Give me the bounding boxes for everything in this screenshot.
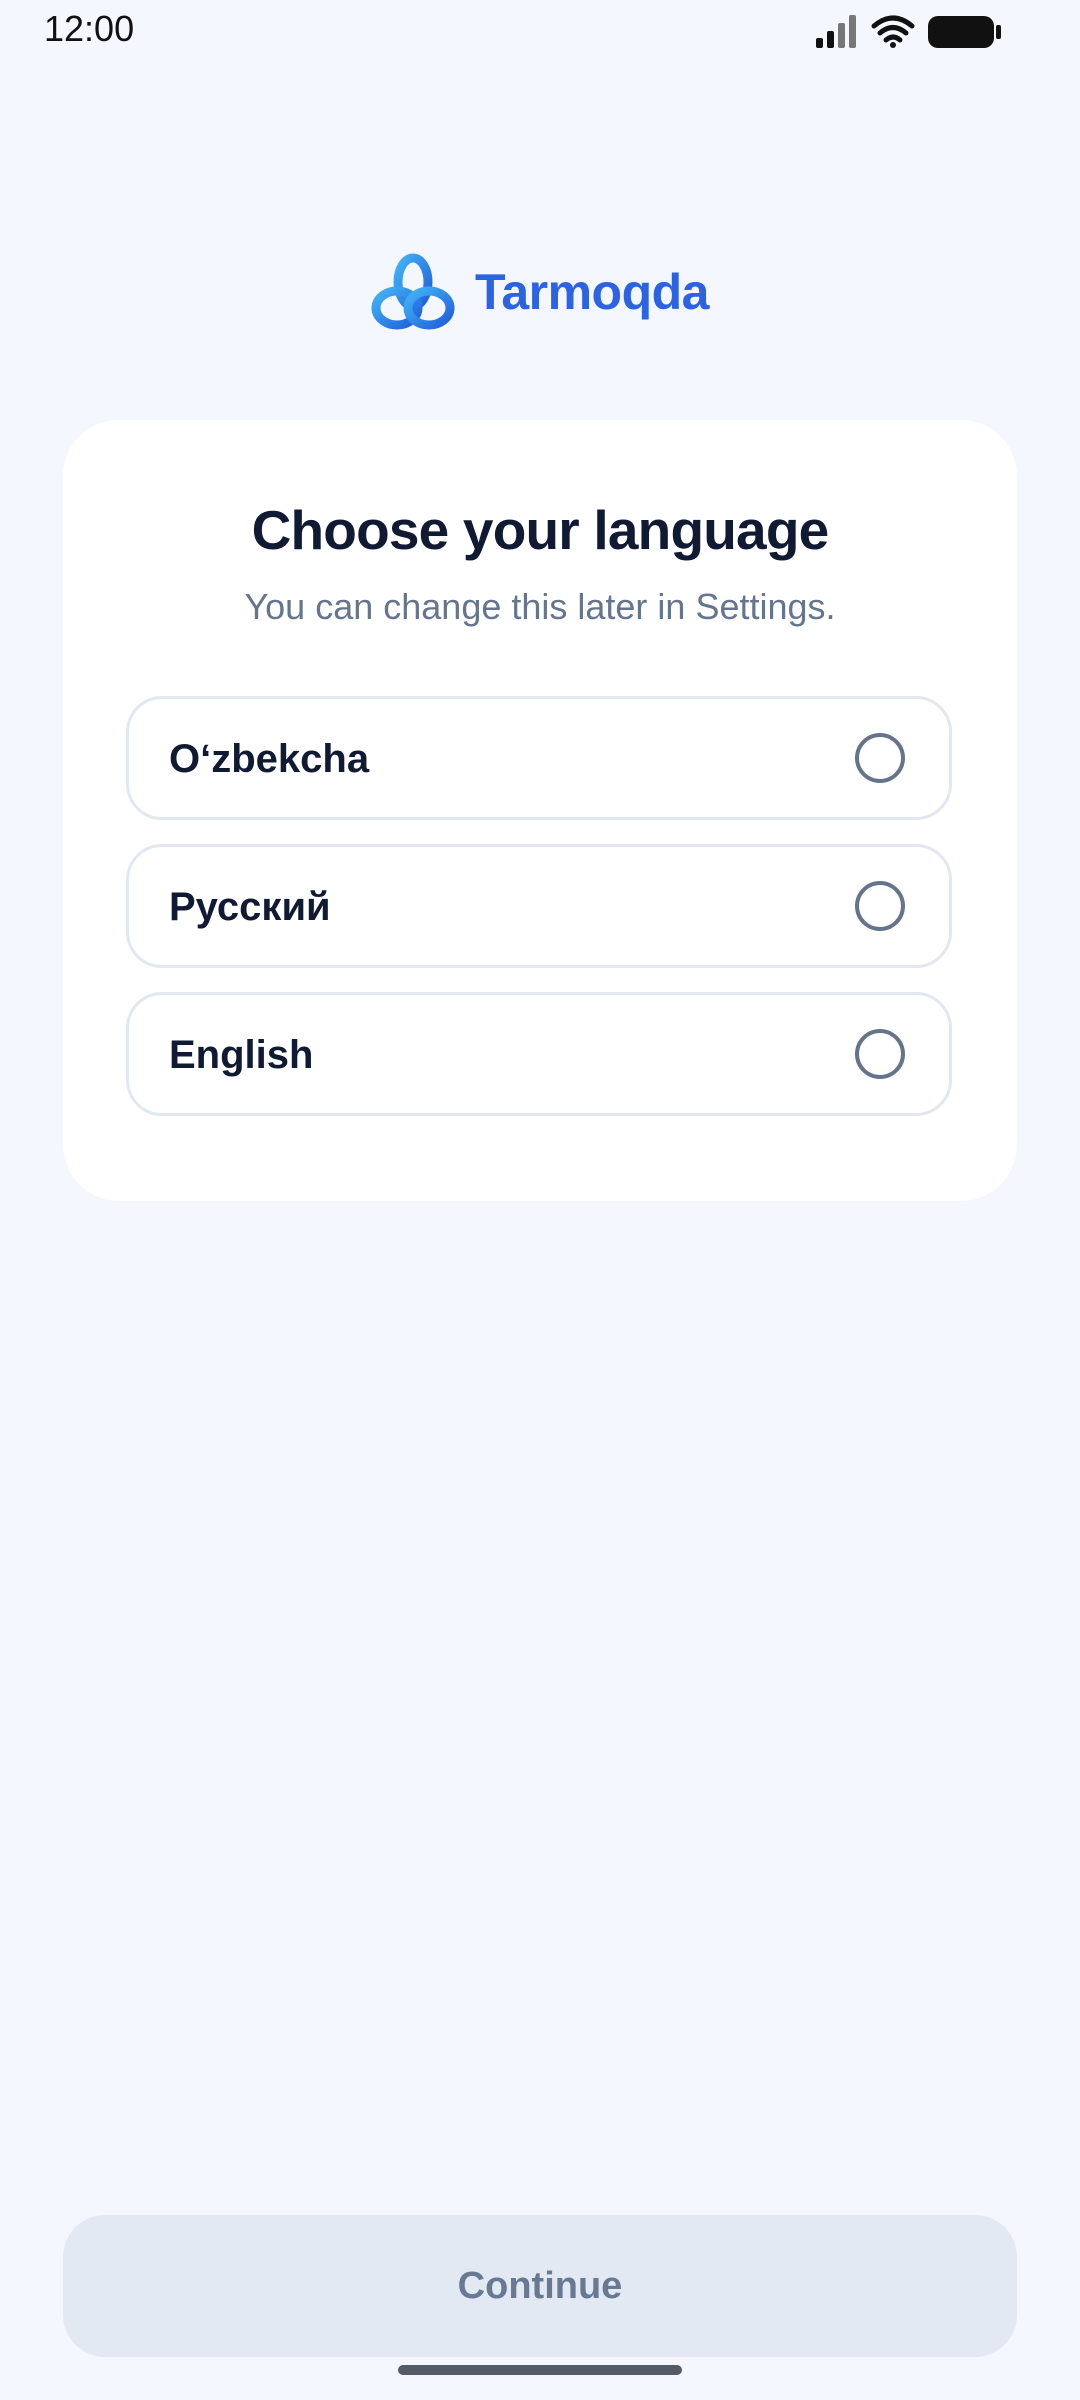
language-option-label: Русский — [169, 885, 331, 929]
language-option-uzbek[interactable]: O‘zbekcha — [126, 696, 952, 820]
status-icons — [816, 12, 1006, 52]
trefoil-knot-logo-icon — [371, 253, 455, 330]
language-option-label: O‘zbekcha — [169, 737, 370, 781]
language-option-russian[interactable]: Русский — [126, 844, 952, 968]
radio-button[interactable] — [855, 733, 905, 783]
status-time: 12:00 — [44, 8, 135, 49]
brand-name: Tarmoqda — [475, 264, 710, 320]
home-indicator[interactable] — [398, 2365, 682, 2375]
radio-button[interactable] — [855, 1029, 905, 1079]
wifi-icon — [871, 15, 915, 48]
language-option-english[interactable]: English — [126, 992, 952, 1116]
brand-header: Tarmoqda — [0, 252, 1080, 332]
continue-button[interactable]: Continue — [63, 2215, 1017, 2357]
language-card: Choose your language You can change this… — [63, 420, 1017, 1201]
language-option-label: English — [169, 1033, 314, 1077]
page-title: Choose your language — [251, 499, 830, 561]
signal-icon — [816, 15, 856, 48]
page-subtitle: You can change this later in Settings. — [244, 586, 836, 627]
battery-icon — [928, 16, 1001, 48]
radio-button[interactable] — [855, 881, 905, 931]
status-bar: 12:00 — [0, 0, 1080, 60]
